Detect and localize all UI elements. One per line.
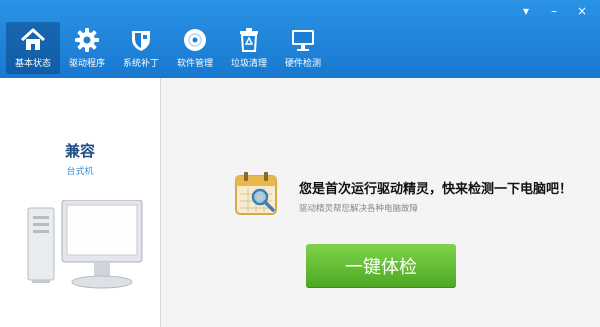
nav-item-cleanup[interactable]: 垃圾清理 <box>222 22 276 74</box>
calendar-search-icon <box>233 170 281 222</box>
nav-label: 系统补丁 <box>122 59 159 69</box>
content-area: 兼容 台式机 您是首次运行驱动精灵，快来检测一下电脑吧！ 驱动精灵帮您解决各种电… <box>0 78 600 327</box>
nav-label: 软件管理 <box>176 59 213 69</box>
nav-label: 硬件检测 <box>284 59 321 69</box>
compat-label: 兼容 <box>64 142 95 160</box>
one-click-check-button[interactable]: 一键体检 <box>306 244 456 288</box>
home-icon <box>20 28 46 50</box>
app-window: ▾ – × 基本状态 驱动程序 系统补丁 软件管理 垃圾清理 硬件检测 兼容 台… <box>0 0 600 327</box>
nav-item-software[interactable]: 软件管理 <box>168 22 222 74</box>
menu-dropdown-button[interactable]: ▾ <box>516 4 536 18</box>
main-nav: 基本状态 驱动程序 系统补丁 软件管理 垃圾清理 硬件检测 <box>6 22 330 78</box>
trash-icon <box>240 28 258 52</box>
disc-icon <box>184 29 206 51</box>
main-panel: 您是首次运行驱动精灵，快来检测一下电脑吧！ 驱动精灵帮您解决各种电脑故障 一键体… <box>161 78 600 327</box>
subline-text: 驱动精灵帮您解决各种电脑故障 <box>299 204 419 214</box>
top-toolbar: ▾ – × 基本状态 驱动程序 系统补丁 软件管理 垃圾清理 硬件检测 <box>0 0 600 78</box>
close-button[interactable]: × <box>572 4 592 18</box>
headline-text: 您是首次运行驱动精灵，快来检测一下电脑吧！ <box>299 182 573 197</box>
device-panel: 兼容 台式机 <box>0 78 161 327</box>
minimize-button[interactable]: – <box>544 4 564 18</box>
nav-item-patches[interactable]: 系统补丁 <box>114 22 168 74</box>
desktop-computer-icon <box>26 199 146 304</box>
nav-label: 驱动程序 <box>68 59 105 69</box>
nav-label: 垃圾清理 <box>230 59 267 69</box>
device-type-label: 台式机 <box>66 167 94 177</box>
nav-item-hardware[interactable]: 硬件检测 <box>276 22 330 74</box>
nav-item-basic-status[interactable]: 基本状态 <box>6 22 60 74</box>
nav-label: 基本状态 <box>14 59 51 69</box>
shield-icon <box>132 31 150 51</box>
monitor-icon <box>292 30 314 51</box>
nav-item-drivers[interactable]: 驱动程序 <box>60 22 114 74</box>
gear-icon <box>75 28 99 52</box>
